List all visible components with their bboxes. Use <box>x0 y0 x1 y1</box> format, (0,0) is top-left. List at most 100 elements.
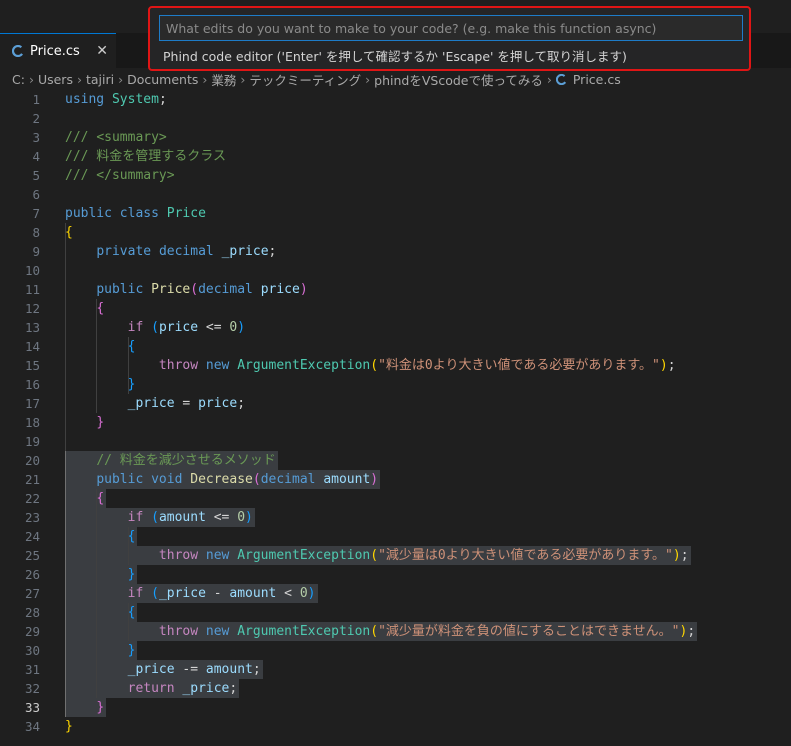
code-line[interactable]: 6 <box>0 185 791 204</box>
code-text: using System; <box>65 90 167 109</box>
code-token: /// 料金を管理するクラス <box>65 149 227 164</box>
code-token: // 料金を減少させるメソッド <box>96 453 276 468</box>
code-token: } <box>127 643 136 658</box>
code-token: ; <box>229 681 238 696</box>
code-line[interactable]: 20 // 料金を減少させるメソッド <box>0 451 791 470</box>
breadcrumb-item[interactable]: tajiri <box>86 72 114 87</box>
code-line[interactable]: 13 if (price <= 0) <box>0 318 791 337</box>
code-line[interactable]: 9 private decimal _price; <box>0 242 791 261</box>
close-icon[interactable]: ✕ <box>96 43 108 59</box>
code-editor[interactable]: 1 using System; 2 3/// <summary> 4/// 料金を管理す… <box>0 89 791 746</box>
prompt-hint: Phind code editor ('Enter' を押して確認するか 'Es… <box>163 49 627 64</box>
code-line[interactable]: 7 public class Price <box>0 204 791 223</box>
code-line[interactable]: 17 _price = price; <box>0 394 791 413</box>
line-number: 17 <box>24 396 40 411</box>
line-number: 15 <box>24 358 40 373</box>
code-line[interactable]: 8{ <box>0 223 791 242</box>
code-line[interactable]: 32 return _price; <box>0 679 791 698</box>
code-token: { <box>96 491 105 506</box>
code-line[interactable]: 24 { <box>0 527 791 546</box>
breadcrumb-item[interactable]: 業務 <box>211 70 236 89</box>
breadcrumb-item[interactable]: Users <box>38 72 73 87</box>
line-number: 8 <box>32 225 40 240</box>
code-line[interactable]: 12 { <box>0 299 791 318</box>
line-number: 12 <box>24 301 40 316</box>
code-line[interactable]: 10 <box>0 261 791 280</box>
code-line[interactable]: 1 using System; <box>0 90 791 109</box>
breadcrumb-item[interactable]: テックミーティング <box>249 70 361 89</box>
code-line[interactable]: 34} <box>0 717 791 736</box>
line-number: 24 <box>24 529 40 544</box>
tab-price-cs[interactable]: Price.cs ✕ <box>0 33 116 68</box>
code-line[interactable]: 28 { <box>0 603 791 622</box>
breadcrumb-item[interactable]: C: <box>12 72 25 87</box>
code-line[interactable]: 3 /// <summary> <box>0 128 791 147</box>
code-text: { <box>65 337 136 356</box>
code-token: price <box>158 320 199 335</box>
line-number: 13 <box>24 320 40 335</box>
code-line[interactable]: 30 } <box>0 641 791 660</box>
code-line[interactable]: 15 throw new ArgumentException("料金は0より大き… <box>0 356 791 375</box>
code-line[interactable]: 23 if (amount <= 0) <box>0 508 791 527</box>
code-token: public <box>96 472 144 487</box>
line-number: 19 <box>24 434 40 449</box>
code-line[interactable]: 4 /// 料金を管理するクラス <box>0 147 791 166</box>
code-line[interactable]: 27 if (_price - amount < 0) <box>0 584 791 603</box>
code-token: using <box>65 92 105 107</box>
code-token: ( <box>370 358 379 373</box>
breadcrumb-item[interactable]: Documents <box>127 72 198 87</box>
code-line[interactable]: 11 public Price(decimal price) <box>0 280 791 299</box>
code-token: ) <box>659 358 668 373</box>
code-token: Price <box>151 282 191 297</box>
code-line[interactable]: 2 <box>0 109 791 128</box>
code-text: } <box>65 565 136 584</box>
code-token: "減少量が料金を負の値にすることはできません。" <box>378 624 680 639</box>
code-line[interactable]: 29 throw new ArgumentException("減少量が料金を負… <box>0 622 791 641</box>
code-token: <= <box>198 320 230 335</box>
code-line[interactable]: 18 } <box>0 413 791 432</box>
code-line[interactable]: 33 } <box>0 698 791 717</box>
code-text: { <box>65 603 136 622</box>
code-line[interactable]: 5 /// </summary> <box>0 166 791 185</box>
code-token: ; <box>158 92 167 107</box>
chevron-right-icon: › <box>240 71 246 87</box>
breadcrumb-file[interactable]: Price.cs <box>573 72 621 87</box>
code-line[interactable]: 16 } <box>0 375 791 394</box>
code-text: if (amount <= 0) <box>65 508 253 527</box>
chevron-right-icon: › <box>546 71 552 87</box>
code-text: } <box>65 641 136 660</box>
code-line[interactable]: 26 } <box>0 565 791 584</box>
line-number: 18 <box>24 415 40 430</box>
code-line[interactable]: 22 { <box>0 489 791 508</box>
line-number: 2 <box>32 111 40 126</box>
breadcrumb: C: › Users › tajiri › Documents › 業務 › テ… <box>0 68 791 90</box>
code-text: if (price <= 0) <box>65 318 245 337</box>
code-token: ; <box>252 662 261 677</box>
code-text: { <box>65 223 73 242</box>
breadcrumb-item[interactable]: phindをVScodeで使ってみる <box>374 70 543 89</box>
code-token: ( <box>151 320 159 335</box>
line-number: 30 <box>24 643 40 658</box>
code-line[interactable]: 31 _price -= amount; <box>0 660 791 679</box>
indent-guide <box>127 527 129 565</box>
code-line[interactable]: 21 public void Decrease(decimal amount) <box>0 470 791 489</box>
chevron-right-icon: › <box>76 71 82 87</box>
code-line[interactable]: 25 throw new ArgumentException("減少量は0より大… <box>0 546 791 565</box>
tab-label: Price.cs <box>30 43 80 59</box>
code-token: ArgumentException <box>237 548 371 563</box>
code-token: throw <box>158 624 199 639</box>
code-line[interactable]: 14 { <box>0 337 791 356</box>
edit-instruction-input[interactable] <box>159 15 743 41</box>
code-line[interactable]: 19 <box>0 432 791 451</box>
line-number: 22 <box>24 491 40 506</box>
code-text: } <box>65 717 73 736</box>
code-token: _price <box>221 244 269 259</box>
chevron-right-icon: › <box>365 71 371 87</box>
